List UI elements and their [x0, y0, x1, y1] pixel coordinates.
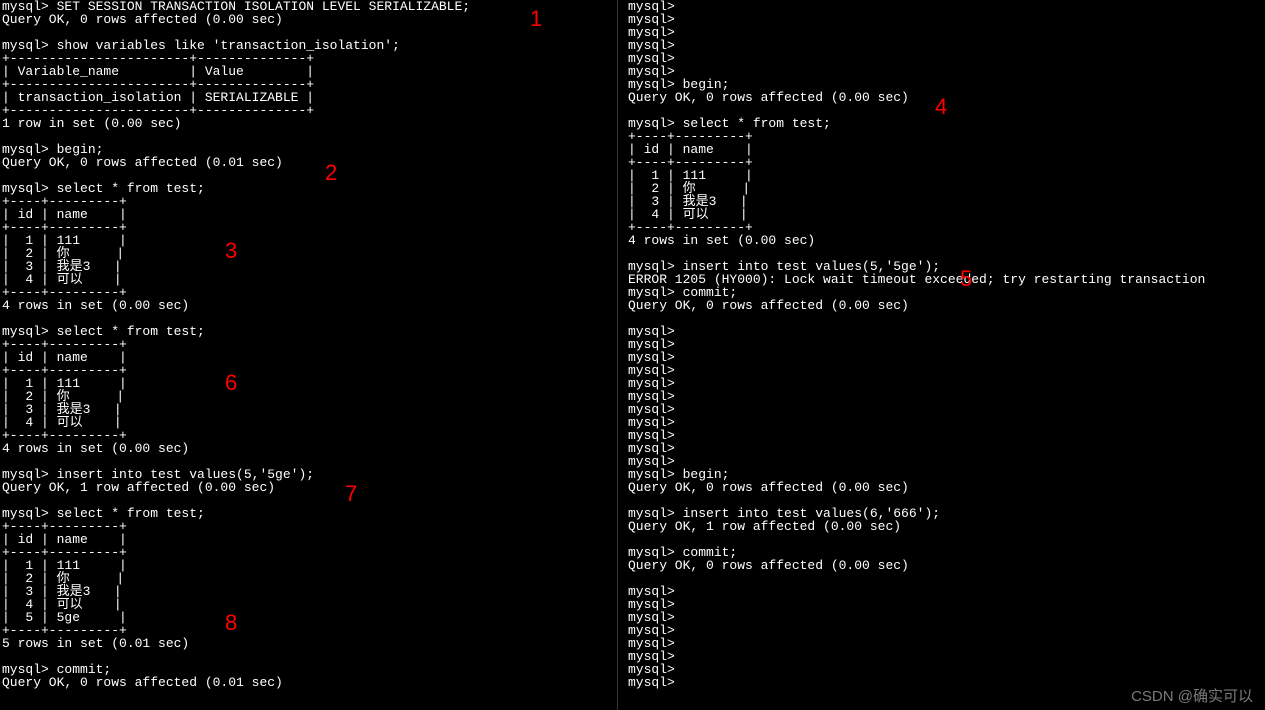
terminal-left[interactable]: mysql> SET SESSION TRANSACTION ISOLATION…: [0, 0, 618, 710]
terminal-line: mysql>: [628, 416, 1263, 429]
watermark: CSDN @确实可以: [1131, 689, 1253, 704]
terminal-line: mysql>: [628, 0, 1263, 13]
terminal-line: mysql>: [628, 364, 1263, 377]
terminal-line: mysql>: [628, 325, 1263, 338]
terminal-line: [628, 312, 1263, 325]
terminal-panes: mysql> SET SESSION TRANSACTION ISOLATION…: [0, 0, 1265, 710]
terminal-line: Query OK, 0 rows affected (0.00 sec): [628, 299, 1263, 312]
terminal-line: mysql>: [628, 585, 1263, 598]
terminal-line: Query OK, 0 rows affected (0.00 sec): [628, 91, 1263, 104]
terminal-line: mysql>: [628, 442, 1263, 455]
terminal-line: Query OK, 0 rows affected (0.01 sec): [2, 156, 615, 169]
terminal-line: mysql>: [628, 351, 1263, 364]
terminal-line: Query OK, 1 row affected (0.00 sec): [2, 481, 615, 494]
terminal-line: Query OK, 0 rows affected (0.00 sec): [628, 481, 1263, 494]
terminal-line: Query OK, 0 rows affected (0.00 sec): [628, 559, 1263, 572]
terminal-line: mysql>: [628, 429, 1263, 442]
terminal-line: mysql>: [628, 39, 1263, 52]
terminal-line: mysql>: [628, 650, 1263, 663]
terminal-line: mysql>: [628, 52, 1263, 65]
terminal-line: mysql>: [628, 377, 1263, 390]
terminal-line: mysql>: [628, 338, 1263, 351]
terminal-line: mysql>: [628, 390, 1263, 403]
terminal-line: mysql>: [628, 403, 1263, 416]
terminal-line: Query OK, 0 rows affected (0.00 sec): [2, 13, 615, 26]
terminal-line: 5 rows in set (0.01 sec): [2, 637, 615, 650]
terminal-line: mysql>: [628, 13, 1263, 26]
terminal-line: mysql>: [628, 637, 1263, 650]
terminal-line: Query OK, 0 rows affected (0.01 sec): [2, 676, 615, 689]
terminal-line: mysql>: [628, 598, 1263, 611]
terminal-line: 4 rows in set (0.00 sec): [628, 234, 1263, 247]
terminal-line: 4 rows in set (0.00 sec): [2, 442, 615, 455]
terminal-right[interactable]: mysql>mysql>mysql>mysql>mysql>mysql>mysq…: [618, 0, 1265, 710]
terminal-line: mysql>: [628, 624, 1263, 637]
terminal-line: 4 rows in set (0.00 sec): [2, 299, 615, 312]
terminal-line: mysql>: [628, 26, 1263, 39]
terminal-line: Query OK, 1 row affected (0.00 sec): [628, 520, 1263, 533]
terminal-line: mysql>: [628, 663, 1263, 676]
terminal-line: 1 row in set (0.00 sec): [2, 117, 615, 130]
terminal-line: mysql>: [628, 611, 1263, 624]
terminal-line: [628, 572, 1263, 585]
